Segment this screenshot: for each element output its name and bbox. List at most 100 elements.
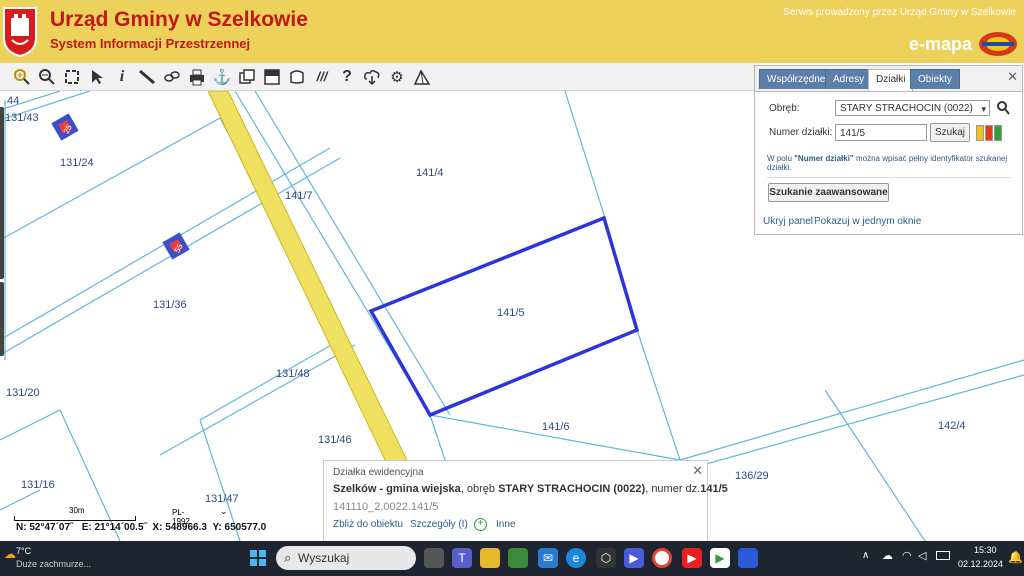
obreb-label: Obręb: <box>769 103 800 114</box>
emapa-brand: e-mapa <box>908 34 972 54</box>
download-icon[interactable] <box>362 67 382 87</box>
measure-icon[interactable] <box>137 67 157 87</box>
popup-close-icon[interactable]: ✕ <box>692 463 703 479</box>
hide-panel-link[interactable]: Ukryj panel <box>763 216 813 227</box>
task-view-icon[interactable] <box>424 548 444 568</box>
emapa-globe-logo[interactable] <box>978 31 1018 57</box>
service-note: Serwis prowadzony przez Urząd Gminy w Sz… <box>783 7 1016 18</box>
left-panel-handle[interactable] <box>0 107 4 279</box>
numer-dzialki-label: Numer działki: <box>769 127 833 138</box>
parcel-label-131-46: 131/46 <box>318 434 352 446</box>
header-banner: Urząd Gminy w Szelkowie System Informacj… <box>0 0 1024 63</box>
file-explorer-icon[interactable] <box>480 548 500 568</box>
edge-icon[interactable]: e <box>566 548 586 568</box>
parcel-label-141-6: 141/6 <box>542 421 570 433</box>
map-toolbar: i ⚓ /// ? ⚙ <box>0 63 760 91</box>
weather-text: Duże zachmurze... <box>16 559 92 569</box>
parcel-label-131-16: 131/16 <box>21 479 55 491</box>
chevron-up-icon[interactable]: ∧ <box>862 550 869 561</box>
wifi-icon[interactable]: ◠ <box>902 549 912 562</box>
zoom-in-icon[interactable] <box>12 67 32 87</box>
obreb-select-value: STARY STRACHOCIN (0022) <box>840 103 973 114</box>
copilot-icon[interactable]: ▶ <box>624 548 644 568</box>
numer-dzialki-input[interactable]: 141/5 <box>835 124 927 141</box>
mail-icon[interactable]: ✉ <box>538 548 558 568</box>
weather-temp: 7°C <box>16 546 32 556</box>
taskbar-search-input[interactable]: ⌕ Wyszukaj <box>276 546 416 570</box>
parcel-label-131-24: 131/24 <box>60 157 94 169</box>
zoom-to-object-link[interactable]: Zbliż do obiektu <box>333 519 403 530</box>
projection-chevron-down-icon[interactable]: ⌄ <box>220 506 228 517</box>
anchor-icon[interactable]: ⚓ <box>212 67 232 87</box>
weather-icon[interactable]: ☁ <box>4 547 16 561</box>
close-icon[interactable]: ✕ <box>1007 69 1018 85</box>
parcel-label-142-4: 142/4 <box>938 420 966 432</box>
tab-dzialki[interactable]: Działki <box>868 69 914 91</box>
tab-wspolrzedne[interactable]: Współrzędne <box>759 69 834 89</box>
notification-bell-icon[interactable]: 🔔 <box>1008 550 1023 564</box>
single-window-link[interactable]: Pokazuj w jednym oknie <box>814 216 921 227</box>
dev-tool-icon[interactable]: ⬡ <box>596 548 616 568</box>
popup-parcel-description: Szelków - gmina wiejska, obręb STARY STR… <box>333 483 728 495</box>
terrain-icon[interactable] <box>412 67 432 87</box>
zoom-out-icon[interactable] <box>37 67 57 87</box>
hatch-icon[interactable]: /// <box>312 67 332 87</box>
parcel-label-131-47: 131/47 <box>205 493 239 505</box>
teams-icon[interactable]: T <box>452 548 472 568</box>
battery-icon[interactable] <box>936 551 950 560</box>
taskbar-search-placeholder: Wyszukaj <box>298 551 350 565</box>
parcel-label-141-7: 141/7 <box>285 190 313 202</box>
cloud-icon[interactable]: ☁ <box>882 549 893 562</box>
search-hint: W polu "Numer działki" można wpisać pełn… <box>767 154 1008 172</box>
document-icon[interactable]: ▶ <box>710 548 730 568</box>
advanced-search-button[interactable]: Szukanie zaawansowane <box>768 183 889 202</box>
left-panel-handle-lower[interactable] <box>0 282 4 356</box>
parcel-label-141-4: 141/4 <box>416 167 444 179</box>
color-picker-icon[interactable] <box>976 125 1002 141</box>
more-link[interactable]: Inne <box>496 519 515 530</box>
panel-tabs: Współrzędne Adresy Działki Obiekty ✕ <box>755 66 1022 92</box>
zoom-extent-icon[interactable] <box>62 67 82 87</box>
youtube-icon[interactable]: ▶ <box>682 548 702 568</box>
coordinates-readout: N: 52°47´07˝ E: 21°14´00.5˝ X: 548966.3 … <box>16 522 267 533</box>
parcel-info-popup: ✕ Działka ewidencyjna Szelków - gmina wi… <box>323 460 728 542</box>
clock-time: 15:30 <box>974 545 997 555</box>
coat-of-arms-logo <box>3 7 37 58</box>
szukaj-button[interactable]: Szukaj <box>930 123 970 142</box>
shape-icon[interactable] <box>287 67 307 87</box>
search-panel: Współrzędne Adresy Działki Obiekty ✕ Obr… <box>754 65 1023 235</box>
divider <box>767 177 1010 178</box>
site-title: Urząd Gminy w Szelkowie <box>50 8 308 31</box>
chevron-down-icon: ▾ <box>981 104 986 114</box>
link-icon[interactable] <box>162 67 182 87</box>
obreb-select[interactable]: STARY STRACHOCIN (0022) ▾ <box>835 100 990 116</box>
chrome-icon[interactable] <box>652 548 672 568</box>
popup-heading: Działka ewidencyjna <box>333 467 424 478</box>
parcel-label-edge: 44 <box>7 95 19 107</box>
details-link[interactable]: Szczegóły (I) <box>410 519 468 530</box>
parcel-label-136-29: 136/29 <box>735 470 769 482</box>
help-icon[interactable]: ? <box>337 67 357 87</box>
start-button-icon[interactable] <box>248 548 268 568</box>
tab-obiekty[interactable]: Obiekty <box>910 69 960 89</box>
calendar-icon[interactable] <box>738 548 758 568</box>
search-icon[interactable] <box>997 101 1010 115</box>
speaker-icon[interactable]: ◁ <box>918 549 926 562</box>
add-icon[interactable]: + <box>474 518 487 531</box>
tab-adresy[interactable]: Adresy <box>825 69 873 89</box>
parcel-label-131-20: 131/20 <box>6 387 40 399</box>
clock-date: 02.12.2024 <box>958 559 1004 569</box>
site-subtitle: System Informacji Przestrzennej <box>50 36 251 51</box>
windows-taskbar: ☁ 7°C Duże zachmurze... ⌕ Wyszukaj T ✉ e… <box>0 541 1024 576</box>
scale-label: 30m <box>69 506 85 515</box>
search-icon: ⌕ <box>284 550 292 565</box>
print-icon[interactable] <box>187 67 207 87</box>
pointer-icon[interactable] <box>87 67 107 87</box>
layers-icon[interactable] <box>237 67 257 87</box>
grid-icon[interactable] <box>262 67 282 87</box>
info-icon[interactable]: i <box>112 67 132 87</box>
app-icon[interactable] <box>508 548 528 568</box>
parcel-label-131-43: 131/43 <box>5 112 39 124</box>
settings-icon[interactable]: ⚙ <box>387 67 407 87</box>
parcel-label-141-5: 141/5 <box>497 307 525 319</box>
